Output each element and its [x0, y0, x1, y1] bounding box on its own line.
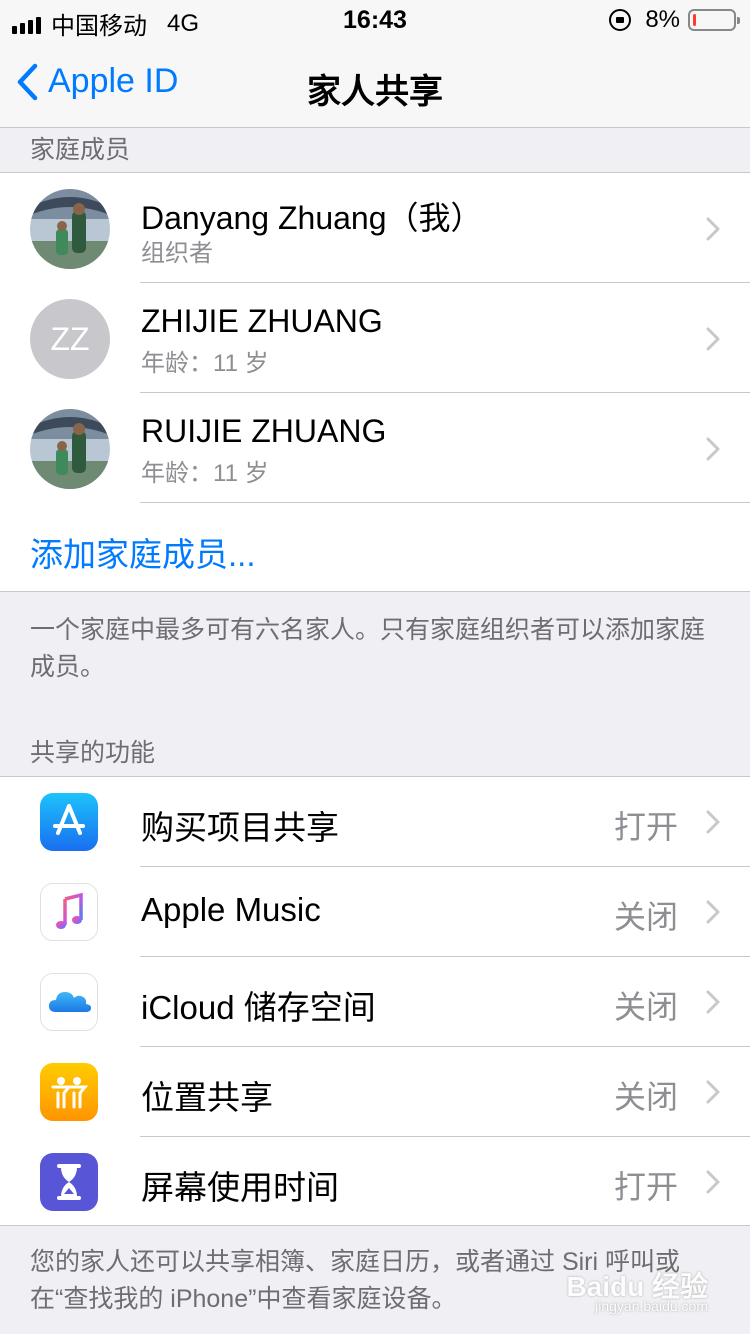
chevron-right-icon	[706, 437, 720, 461]
feature-label: iCloud 储存空间	[141, 989, 376, 1026]
feature-status: 关闭	[613, 989, 678, 1025]
member-row[interactable]: RUIJIE ZHUANG 年龄：11 岁	[0, 393, 750, 503]
find-friends-icon	[40, 1063, 98, 1121]
chevron-right-icon	[706, 1170, 720, 1194]
features-group: 购买项目共享 打开 Apple Music 关闭 iCloud 储存空间 关闭 …	[0, 776, 750, 1226]
feature-status: 关闭	[613, 1079, 678, 1115]
feature-label: 购买项目共享	[141, 809, 339, 846]
watermark-url: jingyan.baidu.com	[595, 1298, 708, 1314]
chevron-right-icon	[706, 810, 720, 834]
member-age: 年龄：11 岁	[141, 460, 269, 487]
member-row[interactable]: Danyang Zhuang（我） 组织者	[0, 173, 750, 283]
app-store-icon	[40, 793, 98, 851]
page-title: 家人共享	[307, 73, 443, 111]
screen-time-icon	[40, 1153, 98, 1211]
music-icon	[40, 883, 98, 941]
navigation-bar: Apple ID 家人共享	[0, 40, 750, 128]
battery-fill	[693, 14, 696, 26]
member-row[interactable]: ZZ ZHIJIE ZHUANG 年龄：11 岁	[0, 283, 750, 393]
chevron-right-icon	[706, 1080, 720, 1104]
chevron-right-icon	[706, 900, 720, 924]
section-header-features: 共享的功能	[30, 739, 156, 767]
feature-label: 屏幕使用时间	[141, 1169, 339, 1206]
chevron-right-icon	[706, 327, 720, 351]
feature-row-purchase-sharing[interactable]: 购买项目共享 打开	[0, 777, 750, 867]
feature-row-screen-time[interactable]: 屏幕使用时间 打开	[0, 1137, 750, 1227]
member-role: 组织者	[141, 240, 213, 267]
chevron-right-icon	[706, 217, 720, 241]
icloud-icon	[40, 973, 98, 1031]
feature-row-location-sharing[interactable]: 位置共享 关闭	[0, 1047, 750, 1137]
battery-icon	[688, 9, 740, 31]
battery-percent: 8%	[645, 6, 680, 33]
status-bar: 中国移动 4G 16:43 8%	[0, 0, 750, 40]
rotation-lock-icon	[609, 9, 632, 31]
chevron-right-icon	[706, 990, 720, 1014]
members-footer: 一个家庭中最多可有六名家人。只有家庭组织者可以添加家庭成员。	[30, 616, 706, 681]
feature-status: 打开	[613, 809, 678, 845]
feature-row-apple-music[interactable]: Apple Music 关闭	[0, 867, 750, 957]
avatar	[30, 189, 110, 269]
feature-label: 位置共享	[141, 1079, 273, 1116]
feature-status: 关闭	[613, 899, 678, 935]
avatar-initials: ZZ	[30, 299, 110, 379]
section-header-members: 家庭成员	[30, 136, 131, 164]
feature-row-icloud-storage[interactable]: iCloud 储存空间 关闭	[0, 957, 750, 1047]
add-member-button[interactable]: 添加家庭成员...	[30, 528, 256, 576]
feature-label: Apple Music	[141, 891, 321, 928]
member-name: ZHIJIE ZHUANG	[141, 303, 383, 339]
member-age: 年龄：11 岁	[141, 350, 269, 377]
feature-status: 打开	[613, 1169, 678, 1205]
members-group: Danyang Zhuang（我） 组织者 ZZ ZHIJIE ZHUANG 年…	[0, 172, 750, 592]
member-name: RUIJIE ZHUANG	[141, 413, 387, 449]
avatar	[30, 409, 110, 489]
